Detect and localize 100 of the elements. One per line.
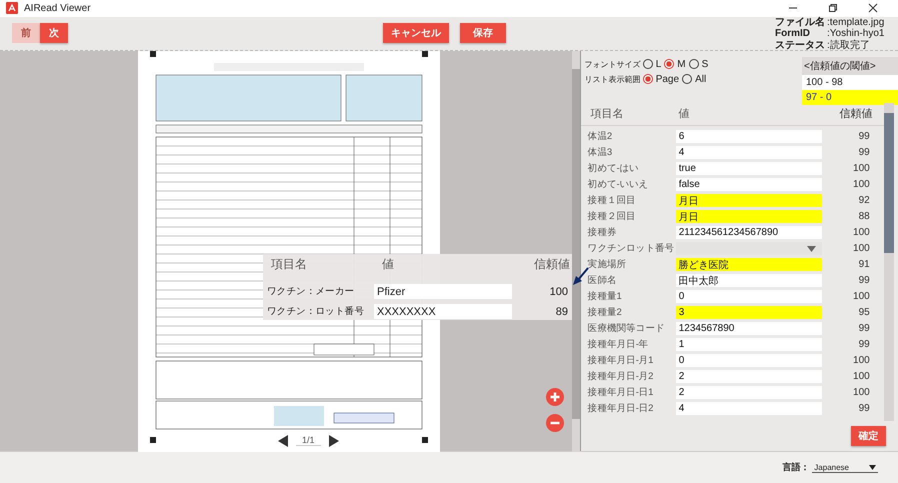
confidence-value: 99 (858, 275, 870, 286)
crop-handle[interactable] (150, 436, 156, 443)
confidence-value: 100 (852, 163, 870, 174)
field-name: 接種年月日-月1 (586, 354, 654, 368)
value-field[interactable]: 0 (676, 354, 822, 368)
field-name: 接種量1 (586, 290, 622, 304)
value-field[interactable]: 211234561234567890 (676, 226, 822, 240)
info-value: :template.jpg (827, 16, 884, 28)
dropdown-field[interactable] (676, 242, 822, 256)
field-name: 接種年月日-年 (586, 338, 650, 352)
option-label: フォントサイズ (584, 58, 642, 70)
value-field[interactable]: Pfizer (374, 284, 512, 300)
dropdown-caret-icon (806, 246, 816, 252)
field-name: 接種年月日-月2 (586, 370, 654, 384)
info-value: :Yoshin-hyo1 (827, 28, 884, 40)
previous-page-icon[interactable] (278, 434, 288, 447)
field-name: 医療機関等コード (586, 322, 666, 336)
field-name: 体温2 (586, 130, 613, 144)
confidence-value: 99 (858, 131, 870, 142)
field-name: 医師名 (586, 274, 618, 288)
value-field[interactable]: 6 (676, 130, 822, 144)
confidence-value: 99 (858, 403, 870, 414)
column-header: 値 (678, 107, 691, 122)
nav-button[interactable]: 次 (40, 23, 68, 44)
field-name: 初めて-はい (586, 162, 640, 176)
column-header: 信頼値 (838, 107, 873, 122)
value-field[interactable]: 0 (676, 290, 822, 304)
restore-icon[interactable] (828, 3, 838, 14)
confidence-value: 89 (554, 306, 568, 318)
field-name: 接種２回目 (586, 210, 637, 224)
value-field[interactable]: false (676, 178, 822, 192)
field-name: 体温3 (586, 146, 613, 160)
field-name: 接種券 (586, 226, 618, 240)
field-name: 初めて-いいえ (586, 178, 650, 192)
confidence-value: 95 (858, 307, 870, 318)
language-dropdown[interactable]: Japanese (812, 462, 878, 473)
field-name: 接種年月日-日2 (586, 402, 654, 416)
pointer-arrow (573, 266, 589, 285)
threshold-band: 100 - 98 (802, 74, 898, 90)
value-field[interactable]: 2 (676, 386, 822, 400)
threshold-title: <信頼値の閾値> (802, 56, 898, 75)
confidence-value: 100 (852, 243, 870, 254)
field-name: ワクチン：メーカー (266, 285, 356, 298)
confidence-value: 99 (858, 323, 870, 334)
crop-handle[interactable] (422, 50, 428, 57)
next-page-icon[interactable] (328, 434, 339, 447)
column-header: 項目名 (590, 107, 625, 122)
value-field[interactable]: 2 (676, 370, 822, 384)
confidence-value: 99 (858, 147, 870, 158)
field-name: ワクチン：ロット番号 (266, 305, 366, 318)
confidence-value: 91 (858, 259, 870, 270)
zoom-in-icon[interactable] (546, 388, 564, 406)
close-icon[interactable] (868, 3, 878, 14)
page-number: 1/1 (296, 435, 321, 446)
value-field[interactable]: 月日 (676, 194, 822, 208)
confidence-value: 100 (852, 355, 870, 366)
language-label: 言語： (782, 461, 810, 474)
confirm-button[interactable]: 確定 (851, 426, 886, 446)
value-field[interactable]: 1 (676, 338, 822, 352)
confidence-value: 100 (548, 286, 568, 298)
confidence-value: 88 (858, 211, 870, 222)
crop-handle[interactable] (150, 50, 156, 57)
dropdown-caret-icon (869, 464, 876, 470)
column-header: 信頼値 (533, 256, 570, 273)
value-field[interactable]: 1234567890 (676, 322, 822, 336)
crop-handle[interactable] (422, 436, 428, 443)
value-field[interactable]: true (676, 162, 822, 176)
radio-option[interactable]: S (688, 58, 708, 70)
column-header: 項目名 (270, 256, 308, 273)
confidence-value: 100 (852, 291, 870, 302)
field-name: 接種年月日-日1 (586, 386, 654, 400)
option-label: リスト表示範囲 (584, 74, 642, 85)
confidence-value: 100 (852, 179, 870, 190)
radio-option[interactable]: Page (642, 74, 680, 85)
field-name: 実施場所 (586, 258, 628, 272)
value-field[interactable]: 田中太郎 (676, 274, 822, 288)
action-button[interactable]: キャンセル (383, 23, 449, 44)
value-field[interactable]: 月日 (676, 210, 822, 224)
field-name: ワクチンロット番号 (586, 242, 676, 256)
value-field[interactable]: 4 (676, 402, 822, 416)
scrollbar[interactable] (572, 50, 580, 452)
window-title: AIRead Viewer (24, 2, 91, 14)
scrollbar[interactable] (884, 102, 894, 422)
confidence-value: 100 (852, 371, 870, 382)
radio-option[interactable]: M (664, 58, 686, 70)
value-field[interactable]: XXXXXXXX (374, 304, 512, 320)
radio-option[interactable]: All (682, 74, 706, 85)
value-field[interactable]: 3 (676, 306, 822, 320)
column-header: 値 (381, 256, 395, 273)
value-field[interactable]: 4 (676, 146, 822, 160)
info-label: FormID (775, 28, 811, 40)
action-button[interactable]: 保存 (460, 23, 506, 44)
field-name: 接種１回目 (586, 194, 637, 208)
confidence-value: 99 (858, 339, 870, 350)
value-field[interactable]: 勝どき医院 (676, 258, 822, 272)
confidence-value: 100 (852, 227, 870, 238)
zoom-out-icon[interactable] (546, 414, 564, 432)
info-value: :読取完了 (827, 40, 870, 52)
info-label: ファイル名 (775, 16, 826, 28)
confidence-value: 92 (858, 195, 870, 206)
